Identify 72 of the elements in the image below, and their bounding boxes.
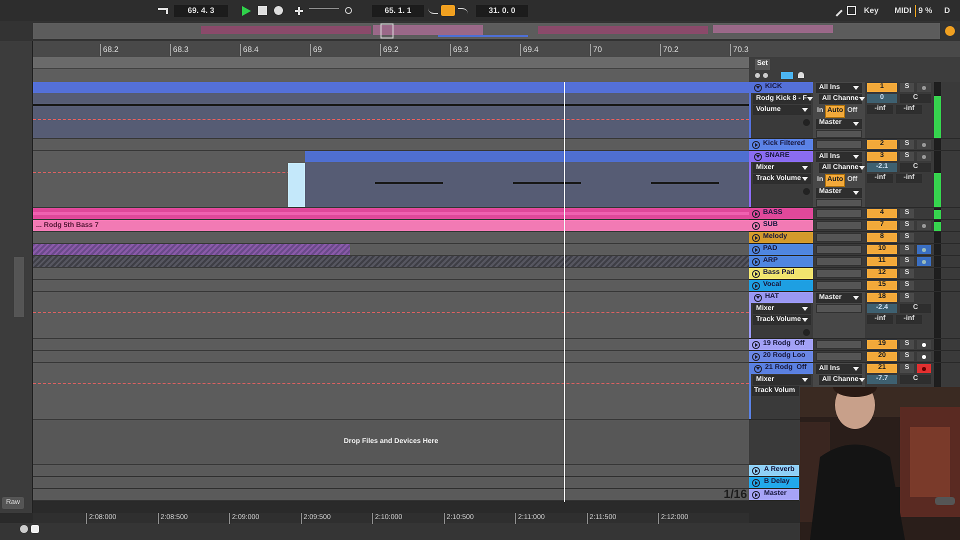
caret-icon <box>802 307 808 311</box>
caret-icon <box>853 296 859 300</box>
follow-icon[interactable] <box>158 8 168 14</box>
fold-right-icon[interactable] <box>752 222 760 230</box>
caret-icon <box>853 155 859 159</box>
disk-indicator[interactable]: D <box>944 4 950 16</box>
caret-icon <box>853 190 859 194</box>
fold-down-icon[interactable] <box>754 84 762 92</box>
caret-icon <box>802 108 808 112</box>
fold-right-icon[interactable] <box>752 282 760 290</box>
lock-icon[interactable] <box>798 72 804 78</box>
cpu-meter: 9 % <box>915 4 934 16</box>
caret-icon <box>853 122 859 126</box>
input-slot[interactable] <box>816 269 862 278</box>
capture-icon[interactable] <box>345 7 352 14</box>
input-slot[interactable] <box>816 340 862 349</box>
save-icon[interactable] <box>31 525 39 533</box>
bar-number: 69.4 <box>520 44 539 56</box>
fold-right-icon[interactable] <box>752 490 760 498</box>
input-slot[interactable] <box>816 221 862 230</box>
input-slot[interactable] <box>816 245 862 254</box>
loop-length-field[interactable]: 31. 0. 0 <box>476 4 528 16</box>
midi-button[interactable]: MIDI <box>892 4 914 16</box>
caret-icon <box>802 378 808 382</box>
bar-number: 69.3 <box>450 44 469 56</box>
input-slot[interactable] <box>816 352 862 361</box>
bar-number: 70 <box>590 44 602 56</box>
caret-icon <box>802 318 808 322</box>
caret-icon <box>802 177 808 181</box>
input-slot[interactable] <box>816 304 862 313</box>
fold-down-icon[interactable] <box>754 294 762 302</box>
link-icon[interactable] <box>20 525 28 533</box>
input-slot[interactable] <box>816 281 862 290</box>
bar-number: 68.4 <box>240 44 259 56</box>
fold-down-icon[interactable] <box>754 152 762 160</box>
bar-number: 69.2 <box>380 44 399 56</box>
bar-number: 70.3 <box>730 44 749 56</box>
marker-lane[interactable] <box>33 69 749 82</box>
bar-number: 70.2 <box>660 44 679 56</box>
input-slot[interactable] <box>816 130 862 138</box>
input-slot[interactable] <box>816 198 862 207</box>
input-slot[interactable] <box>816 209 862 218</box>
caret-icon <box>853 367 859 371</box>
level-meter <box>934 139 940 150</box>
fold-right-icon[interactable] <box>752 340 760 348</box>
expand-icon[interactable] <box>781 72 793 78</box>
caret-icon <box>802 166 808 170</box>
bar-number: 68.3 <box>170 44 189 56</box>
input-slot[interactable] <box>816 140 862 149</box>
fold-right-icon[interactable] <box>752 478 760 486</box>
arm-button[interactable] <box>917 352 931 361</box>
add-icon[interactable] <box>295 6 303 14</box>
menu-icon[interactable] <box>945 26 955 36</box>
clip[interactable] <box>305 151 749 207</box>
position-field[interactable]: 69. 4. 3 <box>174 4 228 16</box>
fold-down-icon[interactable] <box>754 364 762 372</box>
key-button[interactable]: Key <box>862 4 881 16</box>
fold-right-icon[interactable] <box>752 270 760 278</box>
keyboard-icon[interactable] <box>846 6 856 15</box>
fold-right-icon[interactable] <box>752 466 760 474</box>
grid-size-label: 1/16 <box>724 488 747 500</box>
input-slot[interactable] <box>816 257 862 266</box>
arm-button[interactable] <box>917 340 931 349</box>
input-slot[interactable] <box>816 233 862 242</box>
loop-start-field[interactable]: 65. 1. 1 <box>372 4 424 16</box>
caret-icon <box>853 86 859 90</box>
selection-highlight <box>288 163 305 207</box>
scrollbar[interactable] <box>14 257 24 317</box>
bar-number: 68.2 <box>100 44 119 56</box>
bar-number: 69 <box>310 44 322 56</box>
record-icon[interactable] <box>274 6 283 15</box>
fold-right-icon[interactable] <box>752 234 760 242</box>
